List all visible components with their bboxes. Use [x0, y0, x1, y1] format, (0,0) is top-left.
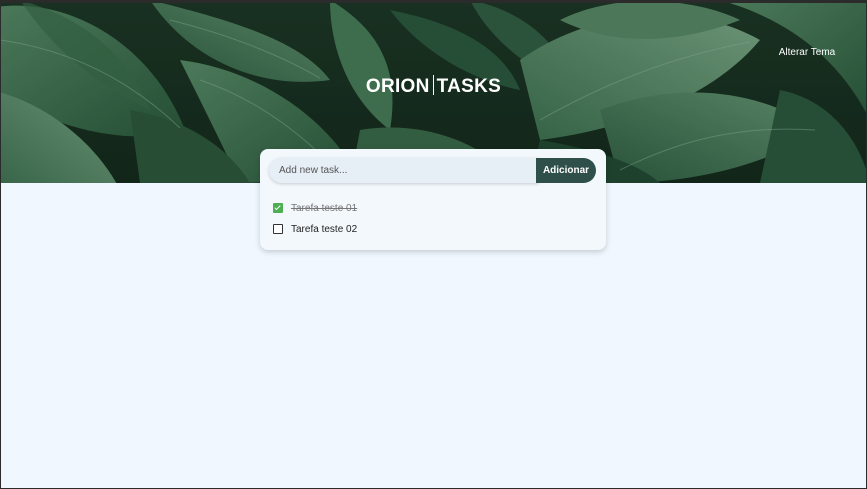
new-task-input[interactable]	[269, 158, 539, 183]
brand-separator	[432, 75, 434, 95]
add-task-button[interactable]: Adicionar	[536, 158, 596, 183]
task-item: Tarefa teste 01	[273, 201, 357, 215]
task-item: Tarefa teste 02	[273, 222, 357, 236]
brand-right: TASKS	[436, 76, 502, 97]
task-text: Tarefa teste 02	[291, 223, 358, 235]
task-card: Adicionar Tarefa teste 01 Tarefa teste 0…	[260, 149, 606, 250]
brand-left: ORION	[365, 76, 430, 97]
app-title: ORION TASKS	[0, 75, 867, 98]
task-text: Tarefa teste 01	[291, 202, 358, 214]
theme-toggle-label: Alterar Tema	[778, 47, 836, 58]
task-checkbox-checked[interactable]	[273, 203, 283, 213]
moon-icon	[802, 29, 810, 39]
task-checkbox[interactable]	[273, 224, 283, 234]
task-list: Tarefa teste 01 Tarefa teste 02	[273, 201, 357, 243]
new-task-form: Adicionar	[269, 158, 597, 183]
theme-toggle-button[interactable]: Alterar Tema	[777, 28, 837, 58]
